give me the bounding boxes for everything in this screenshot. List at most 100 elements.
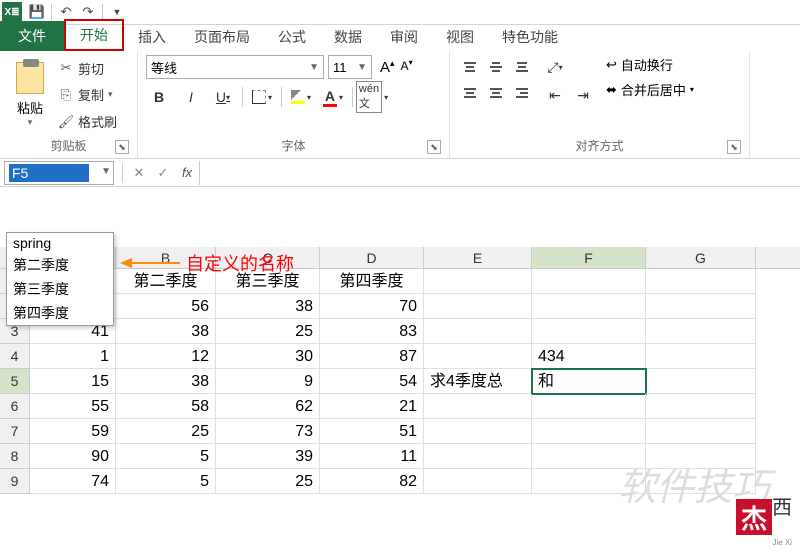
cell[interactable] xyxy=(646,419,756,444)
cell[interactable]: 38 xyxy=(116,369,216,394)
formula-input[interactable] xyxy=(199,161,800,185)
cell[interactable]: 12 xyxy=(116,344,216,369)
decrease-font-icon[interactable]: A▾ xyxy=(399,56,415,78)
cell[interactable]: 30 xyxy=(216,344,320,369)
name-box-input[interactable] xyxy=(9,164,89,182)
cell[interactable] xyxy=(532,269,646,294)
cell[interactable]: 70 xyxy=(320,294,424,319)
cell[interactable]: 25 xyxy=(116,419,216,444)
align-left-icon[interactable] xyxy=(458,81,482,105)
cell[interactable] xyxy=(424,394,532,419)
cell[interactable]: 73 xyxy=(216,419,320,444)
row-header[interactable]: 9 xyxy=(0,469,30,494)
cell[interactable]: 38 xyxy=(116,319,216,344)
cell[interactable]: 5 xyxy=(116,469,216,494)
name-option[interactable]: spring xyxy=(7,233,113,253)
row-header[interactable]: 5 xyxy=(0,369,30,394)
font-color-button[interactable]: A▾ xyxy=(320,85,346,109)
tab-review[interactable]: 审阅 xyxy=(376,23,432,51)
cell[interactable] xyxy=(646,344,756,369)
cell[interactable] xyxy=(532,294,646,319)
cell[interactable]: 1 xyxy=(30,344,116,369)
increase-font-icon[interactable]: A▴ xyxy=(378,56,397,78)
cell[interactable]: 25 xyxy=(216,319,320,344)
border-button[interactable]: ▾ xyxy=(249,85,275,109)
cell[interactable]: 9 xyxy=(216,369,320,394)
cell[interactable]: 11 xyxy=(320,444,424,469)
cell[interactable]: 21 xyxy=(320,394,424,419)
italic-button[interactable]: I xyxy=(178,85,204,109)
chevron-down-icon[interactable]: ▼ xyxy=(101,166,111,177)
bold-button[interactable]: B xyxy=(146,85,172,109)
cell[interactable]: 62 xyxy=(216,394,320,419)
align-middle-icon[interactable] xyxy=(484,55,508,79)
cut-button[interactable]: ✂剪切 xyxy=(58,58,117,79)
fx-icon[interactable]: fx xyxy=(175,161,199,185)
cell[interactable]: 39 xyxy=(216,444,320,469)
cell[interactable]: 59 xyxy=(30,419,116,444)
underline-button[interactable]: U▾ xyxy=(210,85,236,109)
cell[interactable]: 83 xyxy=(320,319,424,344)
cell[interactable]: 434 xyxy=(532,344,646,369)
cell[interactable] xyxy=(646,394,756,419)
cell[interactable]: 第四季度 xyxy=(320,269,424,294)
cell[interactable]: 54 xyxy=(320,369,424,394)
name-option[interactable]: 第四季度 xyxy=(7,301,113,325)
tab-data[interactable]: 数据 xyxy=(320,23,376,51)
cell[interactable] xyxy=(424,469,532,494)
name-option[interactable]: 第二季度 xyxy=(7,253,113,277)
cell[interactable] xyxy=(646,369,756,394)
cell[interactable]: 56 xyxy=(116,294,216,319)
cancel-icon[interactable]: ✕ xyxy=(127,161,151,185)
phonetic-button[interactable]: wén文▾ xyxy=(359,85,385,109)
font-name-combo[interactable]: 等线▼ xyxy=(146,55,324,79)
cell[interactable] xyxy=(424,269,532,294)
decrease-indent-icon[interactable]: ⇤ xyxy=(542,83,568,107)
tab-file[interactable]: 文件 xyxy=(0,21,64,51)
cell[interactable] xyxy=(424,319,532,344)
align-right-icon[interactable] xyxy=(510,81,534,105)
cell[interactable]: 55 xyxy=(30,394,116,419)
tab-insert[interactable]: 插入 xyxy=(124,23,180,51)
cell[interactable] xyxy=(424,344,532,369)
tab-layout[interactable]: 页面布局 xyxy=(180,23,264,51)
cell[interactable] xyxy=(646,319,756,344)
cell[interactable]: 38 xyxy=(216,294,320,319)
cell[interactable]: 5 xyxy=(116,444,216,469)
col-header[interactable]: G xyxy=(646,247,756,268)
wrap-text-button[interactable]: ↩自动换行 xyxy=(606,55,694,74)
paste-button[interactable]: 粘贴 ▾ xyxy=(8,55,52,135)
cell[interactable]: 58 xyxy=(116,394,216,419)
cell[interactable] xyxy=(424,419,532,444)
row-header[interactable]: 8 xyxy=(0,444,30,469)
cell[interactable]: 90 xyxy=(30,444,116,469)
cell[interactable] xyxy=(424,294,532,319)
col-header[interactable]: D xyxy=(320,247,424,268)
name-option[interactable]: 第三季度 xyxy=(7,277,113,301)
cell[interactable] xyxy=(646,269,756,294)
tab-home[interactable]: 开始 xyxy=(64,19,124,51)
cell[interactable]: 51 xyxy=(320,419,424,444)
format-painter-button[interactable]: 🖌格式刷 xyxy=(58,111,117,132)
accept-icon[interactable]: ✓ xyxy=(151,161,175,185)
col-header[interactable]: F xyxy=(532,247,646,268)
tab-special[interactable]: 特色功能 xyxy=(488,23,572,51)
tab-formula[interactable]: 公式 xyxy=(264,23,320,51)
col-header[interactable]: E xyxy=(424,247,532,268)
save-icon[interactable]: 💾 xyxy=(26,1,48,23)
cell[interactable]: 87 xyxy=(320,344,424,369)
row-header[interactable]: 4 xyxy=(0,344,30,369)
copy-button[interactable]: ⎘复制▾ xyxy=(58,84,117,105)
align-top-icon[interactable] xyxy=(458,55,482,79)
cell[interactable]: 15 xyxy=(30,369,116,394)
fill-color-button[interactable]: ▾ xyxy=(288,85,314,109)
align-dialog-icon[interactable]: ⬊ xyxy=(727,140,741,154)
cell[interactable]: 74 xyxy=(30,469,116,494)
cell[interactable]: 求4季度总 xyxy=(424,369,532,394)
orientation-button[interactable]: ⤢▾ xyxy=(542,55,568,79)
align-bottom-icon[interactable] xyxy=(510,55,534,79)
cell[interactable] xyxy=(532,394,646,419)
cell[interactable]: 和 xyxy=(532,369,646,394)
clipboard-dialog-icon[interactable]: ⬊ xyxy=(115,140,129,154)
name-box[interactable]: ▼ xyxy=(4,161,114,185)
